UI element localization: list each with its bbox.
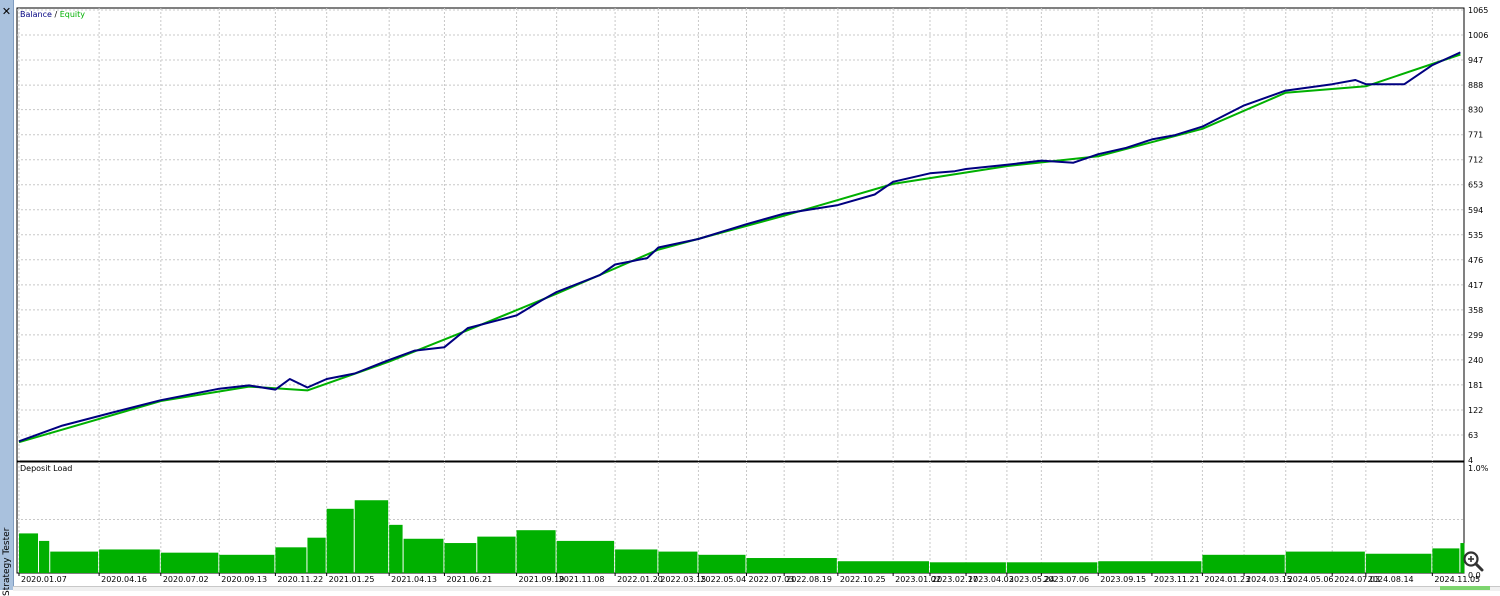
deposit-load-bar — [1006, 562, 1098, 573]
x-tick-label: 2021.09.19 — [519, 575, 565, 584]
x-tick-label: 2021.06.21 — [446, 575, 492, 584]
y-tick-label: 299 — [1468, 331, 1483, 340]
deposit-load-bar — [307, 537, 326, 573]
y-tick-label: 653 — [1468, 181, 1483, 190]
x-tick-label: 2022.03.15 — [660, 575, 706, 584]
x-tick-label: 2021.01.25 — [329, 575, 375, 584]
deposit-load-bar — [1098, 561, 1202, 573]
y-tick-label: 947 — [1468, 56, 1483, 65]
sub-y-tick-label: 1.0% — [1468, 464, 1489, 473]
y-tick-label: 63 — [1468, 431, 1478, 440]
y-tick-label: 712 — [1468, 156, 1483, 165]
deposit-load-bar — [1202, 554, 1285, 573]
deposit-load-bar — [219, 554, 275, 573]
y-tick-label: 594 — [1468, 206, 1483, 215]
legend-balance: Balance — [20, 10, 52, 19]
y-tick-label: 830 — [1468, 106, 1483, 115]
y-tick-label: 181 — [1468, 381, 1483, 390]
deposit-load-bar — [50, 551, 99, 573]
sub-y-tick-label: 0.0 — [1468, 571, 1481, 580]
legend-equity: Equity — [59, 10, 85, 19]
legend-separator: / — [54, 10, 58, 19]
deposit-load-bar — [929, 562, 1006, 573]
y-tick-label: 1065 — [1468, 6, 1488, 15]
x-tick-label: 2023.04.03 — [968, 575, 1014, 584]
deposit-load-bar — [615, 549, 658, 573]
deposit-load-bar — [403, 538, 444, 573]
deposit-load-bar — [658, 551, 698, 573]
y-tick-label: 358 — [1468, 306, 1483, 315]
chart-legend: Balance / Equity — [20, 10, 85, 19]
x-tick-label: 2022.08.19 — [786, 575, 832, 584]
zoom-icon[interactable] — [1462, 550, 1484, 572]
x-tick-label: 2020.07.02 — [163, 575, 209, 584]
deposit-load-bar — [746, 558, 837, 573]
deposit-load-bar — [275, 547, 307, 573]
x-tick-label: 2023.11.21 — [1154, 575, 1200, 584]
deposit-load-bar — [1432, 548, 1460, 573]
deposit-load-bar — [1365, 553, 1432, 573]
x-tick-label: 2020.11.22 — [277, 575, 323, 584]
x-tick-label: 2021.04.13 — [391, 575, 437, 584]
bottom-status-indicator — [1440, 586, 1490, 590]
deposit-load-bar — [354, 500, 389, 573]
deposit-load-bar — [477, 536, 516, 573]
chart-canvas: 1065 1006 947 888 830 771 712 653 594 535 476 417 35… — [16, 6, 1489, 584]
deposit-load-bar — [444, 543, 477, 573]
deposit-load-bar — [516, 530, 556, 573]
x-tick-label: 2024.03.15 — [1246, 575, 1292, 584]
x-tick-label: 2020.04.16 — [101, 575, 147, 584]
deposit-load-bar — [698, 554, 746, 573]
y-tick-label: 417 — [1468, 281, 1483, 290]
x-tick-label: 2023.07.06 — [1043, 575, 1089, 584]
x-tick-label: 2020.09.13 — [221, 575, 267, 584]
deposit-load-title: Deposit Load — [20, 464, 73, 473]
bottom-scrollbar[interactable] — [13, 586, 1500, 591]
y-tick-label: 888 — [1468, 81, 1483, 90]
deposit-load-bar — [326, 508, 354, 573]
y-tick-label: 535 — [1468, 231, 1483, 240]
x-tick-label: 2022.01.20 — [617, 575, 663, 584]
x-tick-label: 2024.05.06 — [1288, 575, 1334, 584]
x-tick-label: 2020.01.07 — [21, 575, 67, 584]
deposit-load-bar — [99, 549, 160, 573]
x-tick-label: 2022.10.25 — [840, 575, 886, 584]
x-tick-label: 2022.05.04 — [700, 575, 746, 584]
deposit-load-bar — [19, 533, 39, 573]
y-tick-label: 1006 — [1468, 31, 1488, 40]
y-tick-label: 771 — [1468, 131, 1483, 140]
y-tick-label: 122 — [1468, 406, 1483, 415]
y-tick-label: 240 — [1468, 356, 1483, 365]
deposit-load-bar — [837, 561, 929, 573]
deposit-load-bar — [1285, 551, 1365, 573]
y-tick-label: 476 — [1468, 256, 1483, 265]
deposit-load-bar — [160, 552, 219, 573]
x-tick-label: 2024.08.14 — [1368, 575, 1414, 584]
deposit-load-bar — [389, 524, 403, 573]
deposit-load-bar — [39, 540, 50, 573]
x-tick-label: 2021.11.08 — [559, 575, 605, 584]
deposit-load-bar — [556, 540, 615, 573]
x-tick-label: 2024.01.23 — [1204, 575, 1250, 584]
x-tick-label: 2023.09.15 — [1100, 575, 1146, 584]
